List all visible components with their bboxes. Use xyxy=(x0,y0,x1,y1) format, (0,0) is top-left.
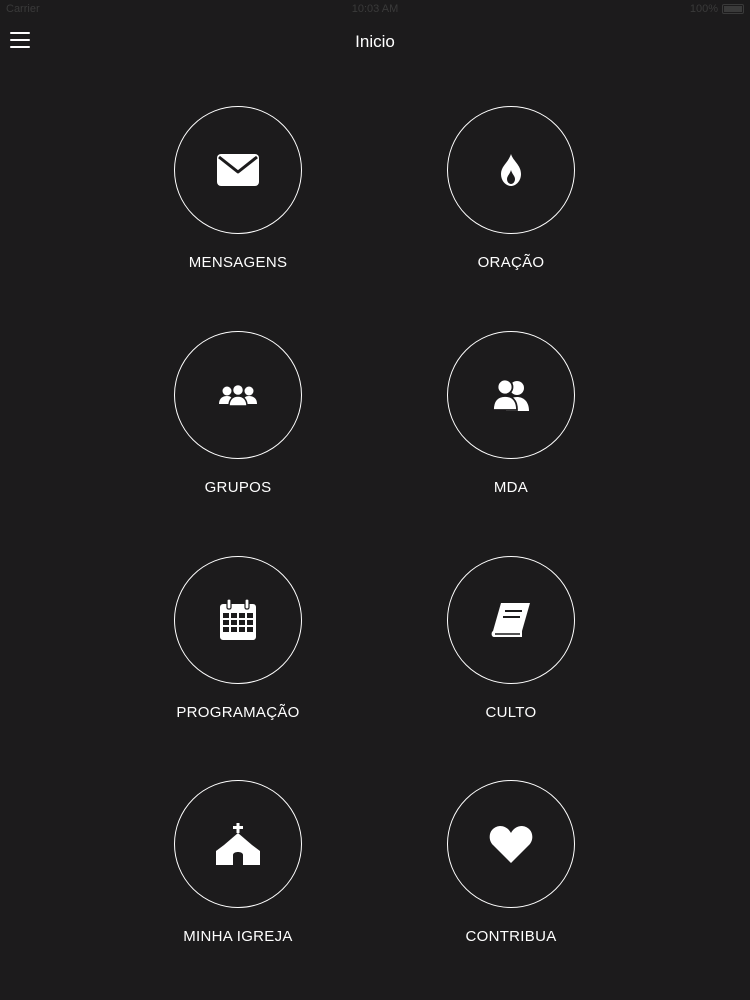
book-icon xyxy=(491,603,530,637)
home-menu-grid: MENSAGENS ORAÇÃO GRUPOS MDA PROGRAMAÇÃO … xyxy=(0,0,750,1000)
tile-label: MENSAGENS xyxy=(188,254,288,271)
tile-label: MINHA IGREJA xyxy=(183,928,293,945)
tile-programacao[interactable]: PROGRAMAÇÃO xyxy=(138,556,338,746)
tile-oracao[interactable]: ORAÇÃO xyxy=(411,106,611,296)
tile-circle xyxy=(447,106,575,234)
tile-mensagens[interactable]: MENSAGENS xyxy=(138,106,338,296)
tile-label: CONTRIBUA xyxy=(465,928,557,945)
tile-circle xyxy=(174,556,302,684)
tile-circle xyxy=(174,331,302,459)
users-icon xyxy=(492,379,529,411)
tile-label: CULTO xyxy=(485,704,537,721)
tile-circle xyxy=(174,106,302,234)
tile-circle xyxy=(447,331,575,459)
tile-label: PROGRAMAÇÃO xyxy=(176,704,300,721)
tile-mda[interactable]: MDA xyxy=(411,331,611,521)
calendar-icon xyxy=(220,599,256,640)
tile-label: ORAÇÃO xyxy=(477,254,545,271)
tile-circle xyxy=(174,780,302,908)
tile-minha-igreja[interactable]: MINHA IGREJA xyxy=(138,780,338,970)
heart-icon xyxy=(489,826,533,863)
envelope-icon xyxy=(217,154,259,186)
flame-icon xyxy=(501,154,521,186)
tile-label: GRUPOS xyxy=(204,479,272,496)
tile-contribua[interactable]: CONTRIBUA xyxy=(411,780,611,970)
church-icon xyxy=(216,823,260,865)
tile-culto[interactable]: CULTO xyxy=(411,556,611,746)
group-icon xyxy=(219,384,257,406)
tile-circle xyxy=(447,556,575,684)
tile-circle xyxy=(447,780,575,908)
tile-label: MDA xyxy=(493,479,529,496)
tile-grupos[interactable]: GRUPOS xyxy=(138,331,338,521)
